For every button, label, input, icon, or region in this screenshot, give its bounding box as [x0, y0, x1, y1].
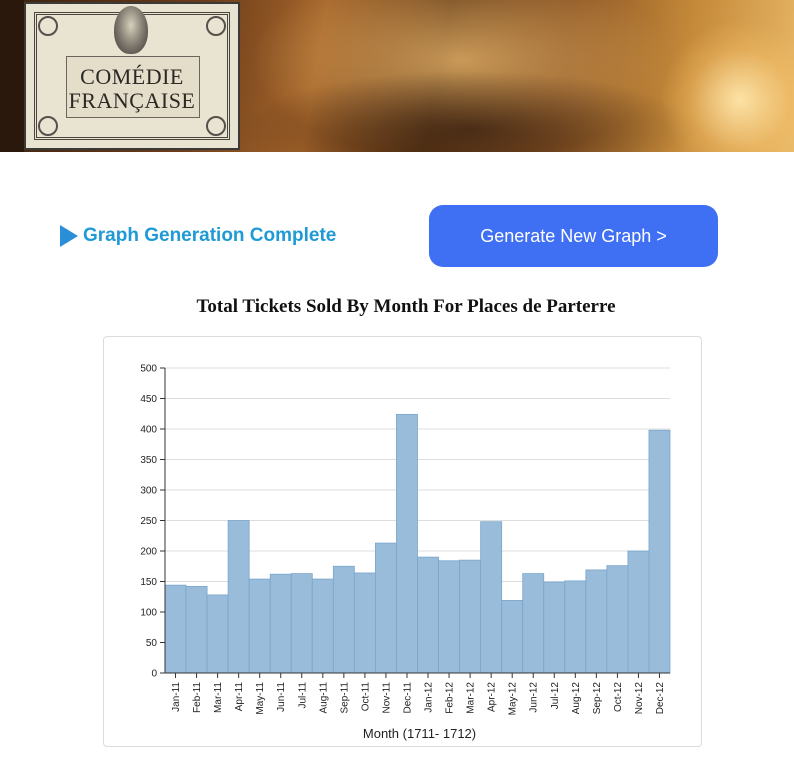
- x-tick-label: Dec-12: [655, 682, 666, 715]
- y-tick-label: 200: [140, 547, 157, 558]
- bar: [332, 565, 355, 674]
- header-banner: COMÉDIE FRANÇAISE: [0, 0, 794, 152]
- comedie-francaise-logo[interactable]: COMÉDIE FRANÇAISE: [24, 2, 240, 150]
- x-tick-label: Jan-11: [171, 682, 182, 712]
- bar: [185, 585, 208, 674]
- bar: [396, 413, 418, 674]
- x-tick-label: Feb-12: [445, 682, 456, 714]
- x-tick-label: Apr-11: [234, 682, 245, 712]
- x-tick-label: Oct-12: [613, 682, 624, 712]
- bar: [501, 600, 524, 674]
- x-tick-label: Sep-11: [339, 682, 350, 714]
- bar: [164, 584, 187, 674]
- x-tick-label: May-11: [255, 682, 266, 715]
- bar: [585, 569, 608, 674]
- bar: [564, 580, 587, 674]
- y-tick-label: 400: [140, 425, 157, 436]
- x-tick-label: May-12: [508, 682, 519, 716]
- status-text: Graph Generation Complete: [83, 225, 337, 246]
- bar: [459, 559, 482, 674]
- logo-ornament: [38, 16, 58, 36]
- y-tick-label: 250: [140, 516, 157, 527]
- x-tick-label: Aug-11: [318, 682, 329, 714]
- logo-text-line2: FRANÇAISE: [68, 88, 196, 113]
- x-tick-label: Aug-12: [571, 682, 582, 715]
- bar: [353, 572, 376, 674]
- logo-bust-icon: [114, 6, 148, 54]
- x-tick-label: Jan-12: [424, 682, 435, 713]
- bar: [417, 556, 439, 674]
- logo-ornament: [206, 16, 226, 36]
- bar: [311, 578, 334, 674]
- bar: [606, 565, 629, 674]
- logo-text-line1: COMÉDIE: [80, 64, 184, 89]
- x-tick-label: Mar-12: [466, 682, 477, 714]
- banner-edge: [0, 0, 24, 152]
- play-triangle-icon: [60, 225, 78, 247]
- x-tick-label: Mar-11: [213, 682, 224, 713]
- status-message: Graph Generation Complete: [60, 225, 336, 247]
- x-tick-label: Nov-12: [634, 682, 645, 715]
- bar-chart: 0 50 100 150 200 250 300 350 400 450 500 Jan-11 Feb-…: [140, 364, 671, 741]
- bar: [227, 520, 250, 674]
- y-tick-label: 450: [140, 394, 157, 405]
- bar: [375, 542, 397, 674]
- y-tick-label: 350: [140, 455, 157, 466]
- x-axis-label: Month (1711- 1712): [363, 726, 476, 741]
- bar: [480, 521, 503, 674]
- x-tick-label: Apr-12: [487, 682, 498, 712]
- generate-new-graph-button[interactable]: Generate New Graph >: [429, 205, 718, 267]
- x-tick-label: Dec-11: [402, 682, 413, 714]
- chart-title: Total Tickets Sold By Month For Places d…: [196, 296, 616, 317]
- y-tick-label: 150: [140, 577, 157, 588]
- bar: [438, 560, 460, 674]
- bar: [543, 581, 566, 674]
- logo-ornament: [38, 116, 58, 136]
- x-tick-label: Jul-12: [550, 682, 561, 710]
- bar: [206, 594, 229, 674]
- x-tick-label: Sep-12: [592, 682, 603, 715]
- bar: [648, 429, 671, 674]
- y-tick-label: 50: [146, 638, 158, 649]
- x-tick-label: Oct-11: [360, 682, 371, 712]
- bar: [269, 573, 292, 674]
- y-tick-label: 300: [140, 486, 157, 497]
- bar: [290, 573, 313, 674]
- y-tick-label: 0: [151, 669, 157, 680]
- x-tick-label: Jul-11: [297, 682, 308, 709]
- x-tick-label: Feb-11: [192, 682, 203, 713]
- y-tick-label: 100: [140, 608, 157, 619]
- bar: [522, 573, 545, 674]
- chart-container: 0 50 100 150 200 250 300 350 400 450 500 Jan-11 Feb-…: [103, 336, 702, 747]
- chandelier-image: [660, 20, 794, 152]
- logo-ornament: [206, 116, 226, 136]
- bar: [248, 578, 271, 674]
- bar: [627, 550, 650, 674]
- x-tick-label: Nov-11: [381, 682, 392, 714]
- x-tick-label: Jun-12: [529, 682, 540, 713]
- x-tick-label: Jun-11: [276, 682, 287, 712]
- y-tick-label: 500: [140, 364, 157, 375]
